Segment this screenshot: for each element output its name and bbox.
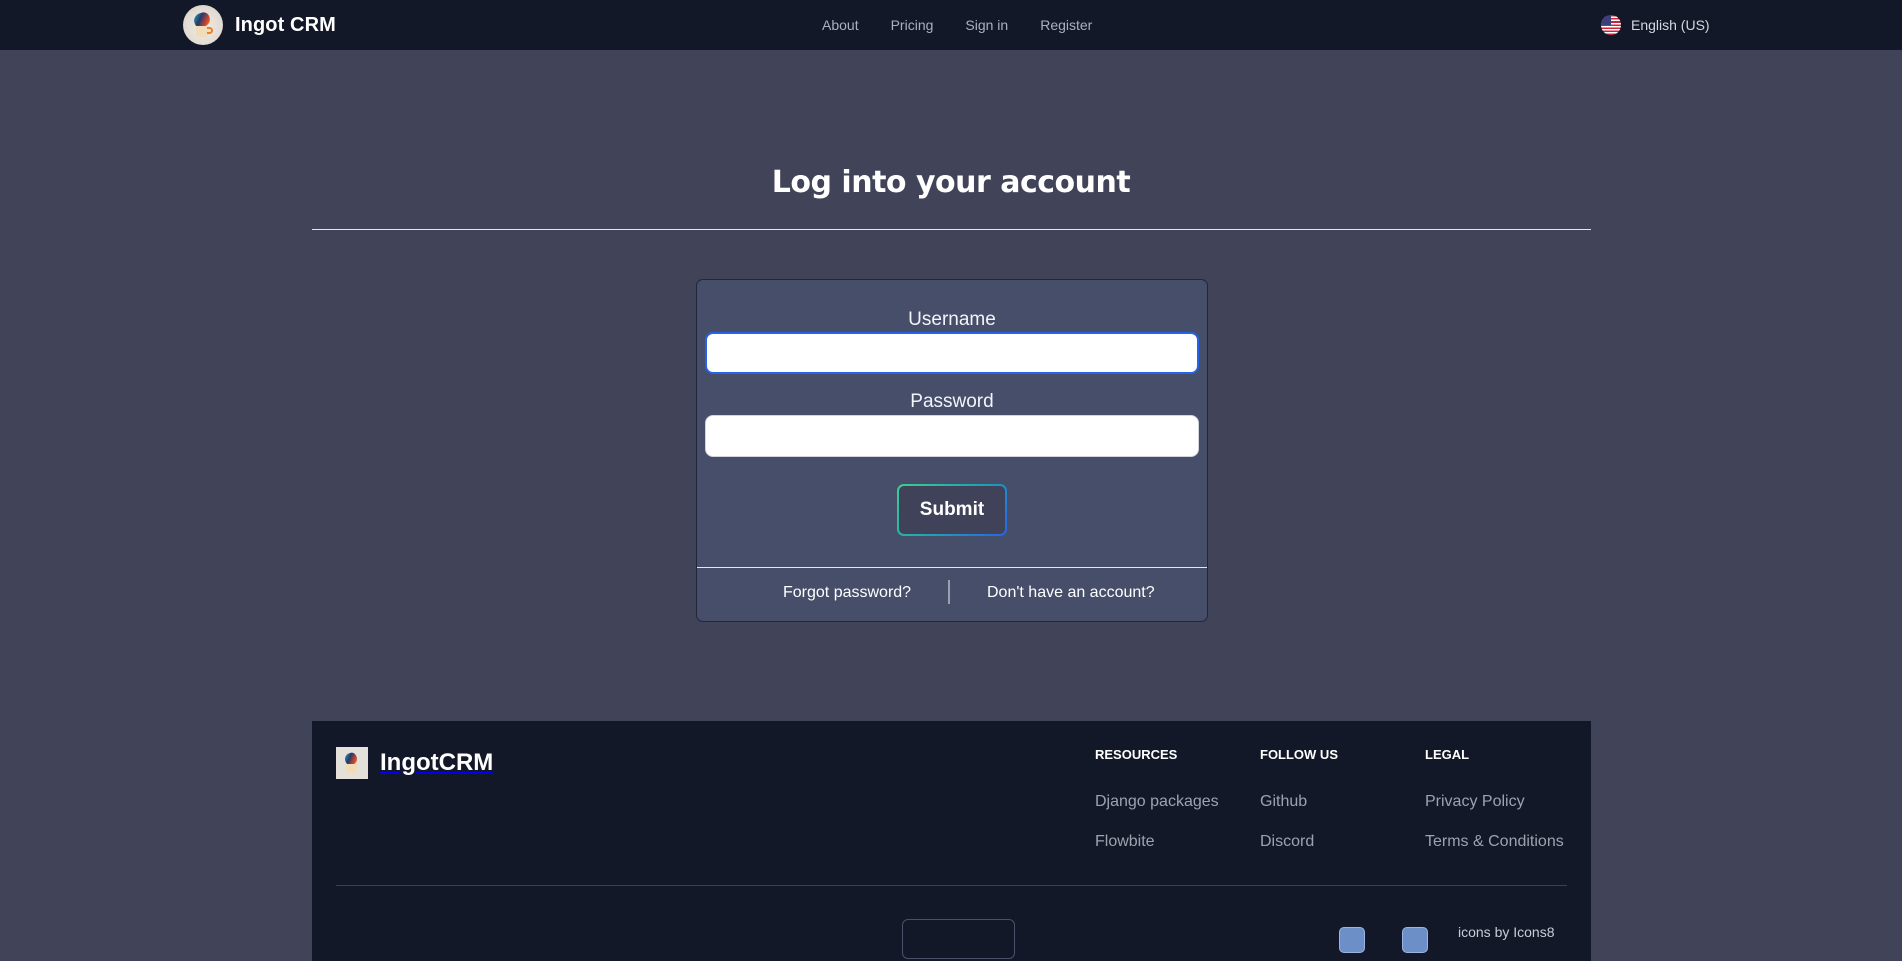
footer-link-discord[interactable]: Discord <box>1260 833 1338 853</box>
footer-divider <box>336 885 1567 886</box>
footer-column-follow-us: Follow us Github Discord <box>1260 747 1338 853</box>
brand-link[interactable]: Ingot CRM <box>183 4 336 46</box>
footer-link-github[interactable]: Github <box>1260 793 1338 813</box>
card-footer: Forgot password? Don't have an account? <box>697 580 1207 608</box>
footer-link-terms[interactable]: Terms & Conditions <box>1425 833 1564 853</box>
register-link[interactable]: Don't have an account? <box>987 584 1155 602</box>
footer-link-privacy-policy[interactable]: Privacy Policy <box>1425 793 1564 813</box>
password-label: Password <box>910 391 994 412</box>
nav-link-sign-in[interactable]: Sign in <box>965 17 1008 33</box>
forgot-password-link[interactable]: Forgot password? <box>783 584 911 602</box>
top-navbar: Ingot CRM About Pricing Sign in Register… <box>0 0 1902 50</box>
footer-brand-name: IngotCRM <box>380 749 494 776</box>
footer-column-legal: Legal Privacy Policy Terms & Conditions <box>1425 747 1564 853</box>
title-divider <box>312 229 1591 230</box>
social-icon[interactable] <box>1402 927 1428 953</box>
username-label: Username <box>908 309 996 330</box>
language-label: English (US) <box>1631 17 1710 33</box>
footer-link-django-packages[interactable]: Django packages <box>1095 793 1219 813</box>
nav-links: About Pricing Sign in Register <box>822 0 1124 50</box>
page-title: Log into your account <box>771 165 1131 200</box>
card-divider <box>697 567 1207 568</box>
brand-logo-icon <box>183 5 223 45</box>
link-separator <box>948 580 950 604</box>
us-flag-icon <box>1601 15 1621 35</box>
icons-credit: icons by Icons8 <box>1458 924 1555 940</box>
nav-link-pricing[interactable]: Pricing <box>891 17 934 33</box>
nav-link-register[interactable]: Register <box>1040 17 1092 33</box>
login-form: Username Password Submit Forgot password… <box>696 279 1208 622</box>
footer-language-select[interactable] <box>902 919 1015 959</box>
language-selector[interactable]: English (US) <box>1601 0 1710 50</box>
footer-heading: Legal <box>1425 747 1470 762</box>
footer-link-flowbite[interactable]: Flowbite <box>1095 833 1219 853</box>
social-icon[interactable] <box>1339 927 1365 953</box>
submit-button[interactable]: Submit <box>899 486 1005 534</box>
username-input[interactable] <box>705 332 1199 374</box>
footer-brand-link[interactable]: IngotCRM <box>336 747 493 779</box>
brand-name: Ingot CRM <box>235 13 336 36</box>
nav-link-about[interactable]: About <box>822 17 859 33</box>
footer-logo-icon <box>336 747 368 779</box>
site-footer: IngotCRM Resources Django packages Flowb… <box>312 721 1591 961</box>
footer-heading: Follow us <box>1260 747 1338 762</box>
footer-column-resources: Resources Django packages Flowbite <box>1095 747 1219 853</box>
submit-button-border: Submit <box>897 484 1007 536</box>
password-input[interactable] <box>705 415 1199 457</box>
footer-heading: Resources <box>1095 747 1178 762</box>
